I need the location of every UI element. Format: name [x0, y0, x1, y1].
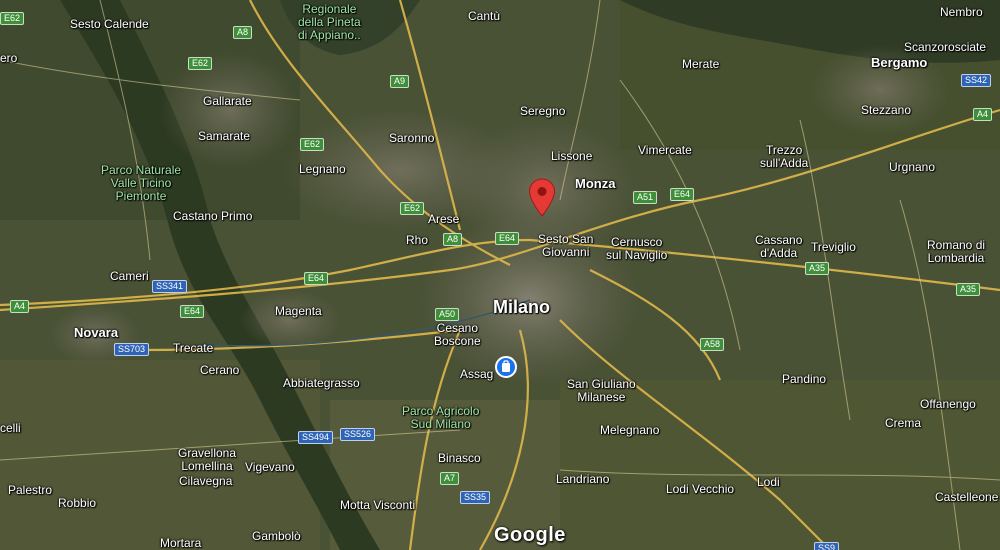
- town-label: Lissone: [551, 149, 593, 163]
- town-label: Cassano d'Adda: [755, 234, 802, 260]
- city-label: Milano: [493, 297, 550, 317]
- town-label: Nembro: [940, 5, 983, 19]
- town-label: Cesano Boscone: [434, 322, 481, 348]
- town-label: Mortara: [160, 536, 202, 550]
- town-label: Samarate: [198, 129, 251, 143]
- town-label: Lodi: [757, 475, 780, 489]
- road-shield: A51: [633, 191, 658, 204]
- road-shield: A35: [956, 283, 981, 296]
- town-label: Vigevano: [245, 460, 295, 474]
- google-logo: Google: [494, 524, 566, 546]
- road-shield: A4: [10, 300, 30, 313]
- road-shield: SS494: [298, 431, 334, 444]
- town-label: Trecate: [173, 341, 214, 355]
- road-shield: A9: [390, 75, 410, 88]
- road-shield: A50: [435, 308, 460, 321]
- town-label: Romano di Lombardia: [927, 239, 985, 265]
- road-shield: A35: [805, 262, 830, 275]
- town-label: Magenta: [275, 304, 322, 318]
- town-label: San Giuliano Milanese: [567, 378, 636, 404]
- town-label: Landriano: [556, 472, 610, 486]
- town-label: Arese: [428, 212, 460, 226]
- road-shield: E64: [495, 232, 520, 245]
- road-shield: E62: [0, 12, 25, 25]
- park-label-line: di Appiano..: [298, 28, 361, 42]
- town-label: Gravellona Lomellina: [178, 447, 236, 473]
- town-label: Cantù: [468, 9, 501, 23]
- road-shield: SS35: [460, 491, 491, 504]
- road-shield: SS526: [340, 428, 376, 441]
- town-label: Legnano: [299, 162, 346, 176]
- satellite-terrain: [0, 0, 1000, 550]
- road-shield: A58: [700, 338, 725, 351]
- town-label-line: Lombardia: [927, 251, 985, 265]
- city-label: Novara: [74, 325, 119, 340]
- town-label: Gambolò: [252, 529, 301, 543]
- town-label-line: Giovanni: [542, 245, 590, 259]
- town-label: Treviglio: [811, 240, 856, 254]
- town-label-line: d'Adda: [760, 246, 798, 260]
- city-label: Monza: [575, 176, 616, 191]
- town-label: Assag: [460, 367, 494, 381]
- road-shield: E64: [670, 188, 695, 201]
- road-shield: E62: [400, 202, 425, 215]
- town-label: Crema: [885, 416, 922, 430]
- satellite-map[interactable]: Sesto Calende Regionale della Pineta di …: [0, 0, 1000, 550]
- road-shield: A8: [443, 233, 463, 246]
- town-label-line: sull'Adda: [760, 156, 809, 170]
- town-label: Cernusco sul Naviglio: [606, 236, 667, 262]
- town-label: Cameri: [110, 269, 149, 283]
- town-label: Cerano: [200, 363, 240, 377]
- road-shield: SS9: [814, 542, 840, 550]
- road-shield: SS703: [114, 343, 150, 356]
- road-shield: E62: [188, 57, 213, 70]
- town-label: Abbiategrasso: [283, 376, 360, 390]
- town-label: Offanengo: [920, 397, 976, 411]
- park-label-line: Piemonte: [115, 189, 167, 203]
- road-shield: A7: [440, 472, 460, 485]
- park-label-line: Sud Milano: [410, 417, 471, 431]
- town-label: Castelleone: [935, 490, 999, 504]
- town-label: Urgnano: [889, 160, 936, 174]
- town-label: Motta Visconti: [340, 498, 416, 512]
- town-label: Castano Primo: [173, 209, 253, 223]
- town-label: ero: [0, 51, 18, 65]
- town-label-line: Boscone: [434, 334, 481, 348]
- town-label: Sesto Calende: [70, 17, 149, 31]
- town-label: Seregno: [520, 104, 566, 118]
- town-label-line: Milanese: [577, 390, 626, 404]
- town-label: Vimercate: [638, 143, 692, 157]
- town-label: Robbio: [58, 496, 97, 510]
- town-label: Rho: [406, 233, 429, 247]
- road-shield: SS341: [152, 280, 188, 293]
- town-label: Merate: [682, 57, 720, 71]
- town-label-line: sul Naviglio: [606, 248, 668, 262]
- town-label: Lodi Vecchio: [666, 482, 735, 496]
- road-shield: A8: [233, 26, 253, 39]
- road-shield: E62: [300, 138, 325, 151]
- town-label: Melegnano: [600, 423, 660, 437]
- town-label: celli: [0, 421, 21, 435]
- road-shield: A4: [973, 108, 993, 121]
- park-label: Regionale della Pineta di Appiano..: [298, 3, 361, 42]
- map-pin-icon[interactable]: [528, 178, 556, 218]
- park-label: Parco Agricolo Sud Milano: [402, 405, 479, 431]
- road-shield: E64: [180, 305, 205, 318]
- town-label: Stezzano: [861, 103, 912, 117]
- town-label: Palestro: [8, 483, 53, 497]
- town-label: Saronno: [389, 131, 435, 145]
- city-label: Bergamo: [871, 55, 928, 70]
- town-label: Scanzorosciate: [904, 40, 987, 54]
- town-label: Binasco: [438, 451, 481, 465]
- road-shield: E64: [304, 272, 329, 285]
- airport-icon[interactable]: [494, 355, 518, 379]
- town-label-line: Lomellina: [181, 459, 233, 473]
- town-label: Cilavegna: [179, 474, 233, 488]
- town-label: Sesto San Giovanni: [538, 233, 593, 259]
- road-shield: SS42: [961, 74, 992, 87]
- park-label: Parco Naturale Valle Ticino Piemonte: [101, 164, 181, 203]
- town-label: Pandino: [782, 372, 827, 386]
- town-label: Trezzo sull'Adda: [760, 144, 808, 170]
- town-label: Gallarate: [203, 94, 252, 108]
